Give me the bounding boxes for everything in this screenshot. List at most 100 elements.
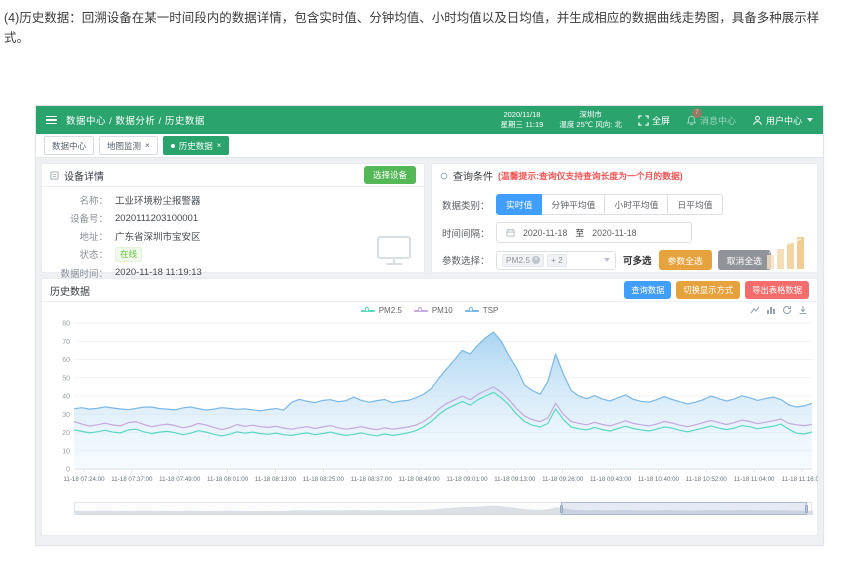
- legend-item-tsp[interactable]: TSP: [465, 306, 499, 315]
- param-more-tag: + 2: [547, 254, 567, 267]
- legend-item-pm25[interactable]: PM2.5: [361, 306, 402, 315]
- data-type-minute-avg[interactable]: 分钟平均值: [541, 194, 605, 215]
- deselect-all-params-button[interactable]: 取消全选: [718, 250, 771, 270]
- query-panel-icon: [440, 172, 448, 180]
- time-range-label: 时间间隔：: [442, 226, 496, 240]
- svg-text:11-18 10:52:00: 11-18 10:52:00: [686, 476, 728, 483]
- date-range-input[interactable]: 2020-11-18 至 2020-11-18: [496, 222, 692, 243]
- city-text: 深圳市: [559, 110, 622, 120]
- datetime-display: 2020/11/18 星期三 11:19: [501, 110, 544, 130]
- field-label: 设备号：: [50, 211, 108, 225]
- content-area: 设备详情 选择设备 名称： 工业环境粉尘报警器 设备号： 20201112031…: [36, 158, 823, 541]
- svg-text:11-18 07:37:00: 11-18 07:37:00: [111, 476, 153, 483]
- export-table-button[interactable]: 导出表格数据: [745, 281, 809, 299]
- svg-text:11-18 09:01:00: 11-18 09:01:00: [446, 476, 488, 483]
- svg-text:11-18 09:43:00: 11-18 09:43:00: [590, 476, 632, 483]
- breadcrumb: 数据中心 / 数据分析 / 历史数据: [66, 113, 205, 127]
- query-data-button[interactable]: 查询数据: [624, 281, 671, 299]
- datazoom-slider[interactable]: [74, 502, 812, 515]
- device-panel-title: 设备详情: [64, 168, 104, 183]
- caption-text: (4)历史数据：回溯设备在某一时间段内的数据详情，包含实时值、分钟均值、小时均值…: [4, 8, 840, 48]
- svg-text:11-18 11:04:00: 11-18 11:04:00: [734, 476, 775, 483]
- restore-icon[interactable]: [782, 305, 792, 315]
- data-type-hour-avg[interactable]: 小时平均值: [604, 194, 668, 215]
- menu-icon[interactable]: [46, 114, 57, 126]
- notification-badge: 7: [692, 108, 702, 118]
- tab-label: 数据中心: [52, 140, 86, 152]
- datazoom-window[interactable]: [561, 502, 808, 515]
- svg-text:11-18 10:40:00: 11-18 10:40:00: [638, 476, 680, 483]
- legend-item-pm10[interactable]: PM10: [414, 306, 453, 315]
- date-separator: 至: [575, 226, 584, 239]
- tab-map-monitor[interactable]: 地图监测 ×: [99, 136, 158, 155]
- query-hint-text: (温馨提示:查询仅支持查询长度为一个月的数据): [498, 169, 683, 182]
- status-badge: 在线: [115, 247, 142, 262]
- page: (4)历史数据：回溯设备在某一时间段内的数据详情，包含实时值、分钟均值、小时均值…: [0, 0, 844, 563]
- svg-text:11-18 09:26:00: 11-18 09:26:00: [542, 476, 584, 483]
- svg-text:11-18 07:24:00: 11-18 07:24:00: [63, 476, 105, 483]
- datazoom-handle-left[interactable]: [560, 505, 564, 513]
- svg-text:11-18 08:37:00: 11-18 08:37:00: [351, 476, 393, 483]
- svg-text:11-18 07:49:00: 11-18 07:49:00: [159, 476, 201, 483]
- select-device-button[interactable]: 选择设备: [364, 166, 416, 184]
- device-address-row: 地址： 广东省深圳市宝安区: [50, 229, 416, 243]
- calendar-icon: [506, 228, 515, 237]
- svg-text:11-18 11:16:00: 11-18 11:16:00: [782, 476, 818, 483]
- data-type-label: 数据类别：: [442, 198, 496, 212]
- datazoom-handle-right[interactable]: [805, 505, 809, 513]
- fullscreen-button[interactable]: 全屏: [638, 114, 670, 127]
- param-select[interactable]: PM2.5 × + 2: [496, 251, 616, 270]
- param-tag: PM2.5 ×: [502, 254, 544, 267]
- start-date-value[interactable]: 2020-11-18: [523, 228, 567, 238]
- tab-bar: 数据中心 地图监测 × 历史数据 ×: [36, 134, 823, 158]
- svg-text:0: 0: [66, 467, 70, 474]
- data-type-realtime[interactable]: 实时值: [496, 194, 542, 215]
- chevron-down-icon: [807, 118, 813, 122]
- legend-label: PM10: [432, 306, 453, 315]
- device-name-row: 名称： 工业环境粉尘报警器: [50, 193, 416, 207]
- data-type-day-avg[interactable]: 日平均值: [667, 194, 722, 215]
- device-detail-panel: 设备详情 选择设备 名称： 工业环境粉尘报警器 设备号： 20201112031…: [41, 163, 425, 273]
- switch-display-button[interactable]: 切换显示方式: [676, 281, 740, 299]
- user-center-button[interactable]: 用户中心: [752, 114, 813, 127]
- field-value: 2020111203100001: [115, 213, 198, 224]
- message-center-label: 消息中心: [700, 114, 736, 127]
- app-window: 数据中心 / 数据分析 / 历史数据 2020/11/18 星期三 11:19 …: [35, 105, 824, 546]
- tab-close-icon[interactable]: ×: [145, 142, 150, 150]
- weekday-time-text: 星期三 11:19: [501, 120, 544, 130]
- message-center-button[interactable]: 7 消息中心: [686, 114, 736, 127]
- time-range-row: 时间间隔： 2020-11-18 至 2020-11-18: [442, 222, 807, 243]
- tab-label: 地图监测: [107, 140, 141, 152]
- field-label: 地址：: [50, 229, 108, 243]
- download-icon[interactable]: [798, 305, 808, 315]
- legend-marker: [361, 310, 375, 312]
- svg-text:11-18 08:49:00: 11-18 08:49:00: [398, 476, 440, 483]
- field-value: 工业环境粉尘报警器: [115, 193, 201, 207]
- weather-detail-text: 温度 25℃ 风向: 北: [559, 120, 622, 130]
- multi-select-hint: 可多选: [623, 253, 652, 267]
- device-status-row: 状态： 在线: [50, 247, 416, 262]
- tab-history-data[interactable]: 历史数据 ×: [163, 136, 230, 155]
- svg-text:10: 10: [62, 448, 70, 455]
- end-date-value[interactable]: 2020-11-18: [592, 228, 636, 238]
- app-header: 数据中心 / 数据分析 / 历史数据 2020/11/18 星期三 11:19 …: [36, 106, 823, 134]
- chart-legend: PM2.5 PM10 TSP: [42, 306, 817, 315]
- data-type-row: 数据类别： 实时值 分钟平均值 小时平均值 日平均值: [442, 194, 807, 215]
- svg-text:11-18 08:13:00: 11-18 08:13:00: [255, 476, 297, 483]
- query-panel-title: 查询条件: [453, 168, 493, 183]
- svg-text:70: 70: [62, 339, 70, 346]
- tab-close-icon[interactable]: ×: [217, 142, 222, 150]
- query-condition-panel: 查询条件 (温馨提示:查询仅支持查询长度为一个月的数据) 数据类别： 实时值 分…: [431, 163, 818, 273]
- chart-plot-area[interactable]: 0102030405060708011-18 07:24:0011-18 07:…: [48, 313, 818, 498]
- tab-data-center[interactable]: 数据中心: [44, 136, 94, 155]
- field-value: 2020-11-18 11:19:13: [115, 267, 202, 278]
- svg-text:50: 50: [62, 375, 70, 382]
- select-all-params-button[interactable]: 参数全选: [659, 250, 712, 270]
- tag-remove-icon[interactable]: ×: [532, 256, 540, 264]
- history-panel-title: 历史数据: [50, 283, 90, 298]
- line-chart-icon[interactable]: [750, 305, 760, 315]
- legend-marker: [465, 310, 479, 312]
- monitor-icon: [374, 235, 414, 267]
- active-dot: [171, 144, 175, 148]
- bar-chart-icon[interactable]: [766, 305, 776, 315]
